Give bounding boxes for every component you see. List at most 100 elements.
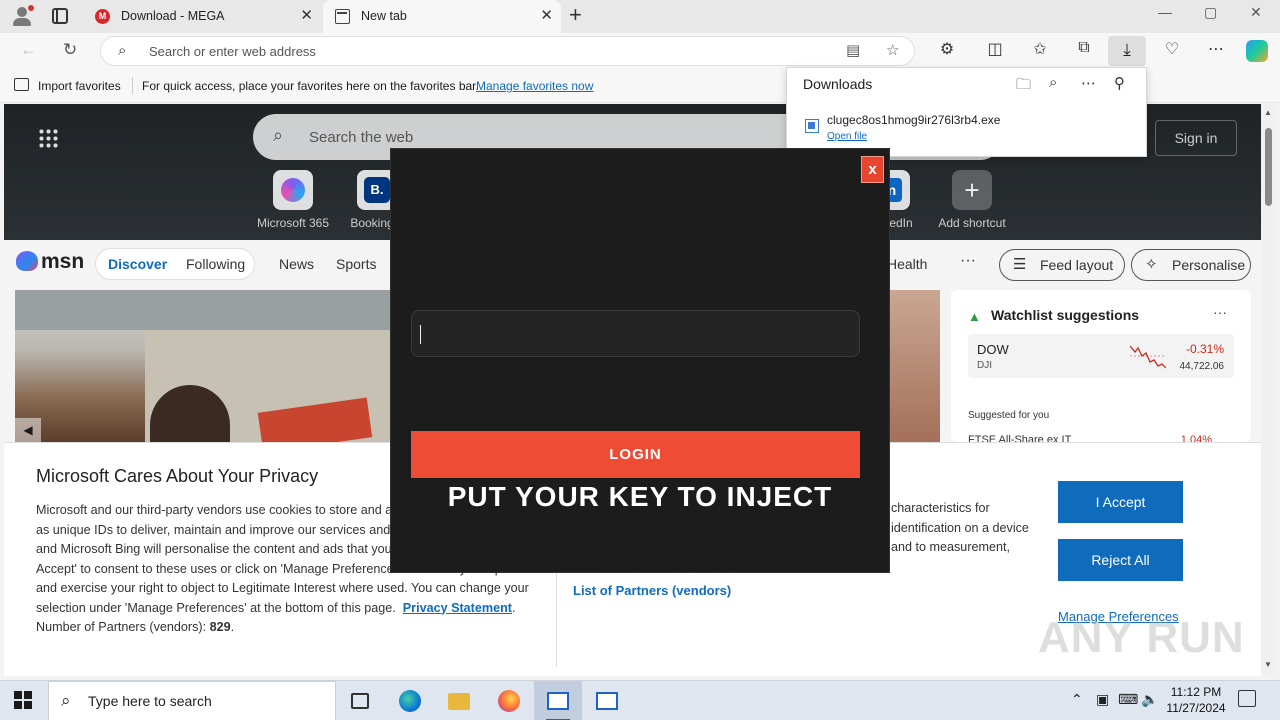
tab-actions-icon[interactable]: [52, 8, 68, 24]
privacy-right-text: characteristics for identification on a …: [891, 501, 1029, 554]
app-window-taskbar-button[interactable]: [534, 681, 582, 720]
pin-icon[interactable]: ⚲: [1114, 74, 1125, 92]
nav-news[interactable]: News: [279, 256, 314, 272]
volume-icon[interactable]: 🔈: [1141, 691, 1158, 708]
split-screen-icon[interactable]: ◫: [983, 39, 1007, 59]
minimize-button[interactable]: —: [1158, 4, 1172, 20]
app-window-taskbar-button-2[interactable]: [583, 681, 631, 720]
scroll-down-icon[interactable]: ▼: [1264, 660, 1272, 669]
stocks-icon: ▲: [968, 309, 981, 324]
browser-essentials-icon[interactable]: ♡: [1160, 39, 1184, 59]
nav-health[interactable]: Health: [887, 256, 927, 272]
address-bar[interactable]: ⌕ Search or enter web address ▤ ☆: [100, 36, 915, 66]
login-button[interactable]: LOGIN: [411, 431, 860, 478]
firefox-taskbar-button[interactable]: [485, 681, 533, 720]
tab-bar: M Download - MEGA ✕ New tab ✕ + — ▢ ✕: [0, 0, 1280, 33]
file-explorer-taskbar-button[interactable]: [435, 681, 483, 720]
reject-all-button[interactable]: Reject All: [1058, 539, 1183, 581]
scrollbar-thumb[interactable]: [1265, 128, 1272, 206]
close-tab-icon[interactable]: ✕: [300, 0, 313, 32]
app-launcher-icon[interactable]: [38, 128, 58, 148]
tab-title: New tab: [361, 9, 407, 23]
network-icon[interactable]: ⌨: [1118, 691, 1138, 708]
device-icon[interactable]: ▣: [1096, 691, 1109, 708]
system-clock[interactable]: 11:12 PM 11/27/2024: [1162, 684, 1230, 716]
privacy-statement-link[interactable]: Privacy Statement: [403, 601, 512, 615]
mega-icon: M: [95, 9, 110, 24]
msn-logo[interactable]: msn: [16, 250, 84, 274]
download-file-name[interactable]: clugec8os1hmog9ir276l3rb4.exe: [827, 113, 1000, 127]
manage-favorites-link[interactable]: Manage favorites now: [476, 79, 593, 93]
nav-following[interactable]: Following: [186, 256, 245, 272]
refresh-icon[interactable]: ↻: [63, 40, 77, 60]
more-options-icon[interactable]: ⋯: [1081, 74, 1096, 92]
stock-row[interactable]: DOW DJI -0.31% 44,722.06: [968, 334, 1234, 378]
downloads-title: Downloads: [803, 76, 873, 92]
app-window-icon: [547, 692, 569, 710]
taskbar-search-box[interactable]: ⌕ Type here to search: [48, 681, 336, 720]
nav-sports[interactable]: Sports: [336, 256, 376, 272]
tab-download-mega[interactable]: M Download - MEGA ✕: [83, 0, 321, 33]
open-folder-icon[interactable]: 🗀: [1016, 74, 1031, 99]
plus-icon: +: [952, 170, 992, 210]
collections-icon[interactable]: ⧉: [1072, 39, 1096, 57]
carousel-prev-icon[interactable]: ◀: [15, 418, 41, 442]
downloads-icon[interactable]: ⤓: [1108, 36, 1146, 66]
stock-value: 44,722.06: [1179, 361, 1225, 372]
shortcut-label: Microsoft 365: [256, 216, 330, 230]
close-tab-icon[interactable]: ✕: [540, 0, 553, 32]
search-icon: ⌕: [273, 125, 284, 145]
msn-logo-text: msn: [41, 250, 85, 273]
sliders-icon: ☰: [1013, 256, 1027, 273]
copilot-icon[interactable]: [1246, 40, 1268, 62]
vertical-scrollbar[interactable]: ▲ ▼: [1261, 104, 1276, 676]
watchlist-card: ▲ Watchlist suggestions ··· DOW DJI -0.3…: [951, 290, 1251, 446]
tab-new-tab[interactable]: New tab ✕: [323, 0, 561, 33]
feed-layout-button[interactable]: ☰ Feed layout: [999, 249, 1125, 281]
list-of-partners-link[interactable]: List of Partners (vendors): [573, 583, 731, 598]
favorites-icon[interactable]: ✩: [1028, 39, 1052, 59]
notifications-icon[interactable]: [1238, 690, 1256, 707]
new-tab-button[interactable]: +: [569, 3, 582, 27]
task-view-button[interactable]: [336, 681, 384, 720]
key-input[interactable]: [411, 310, 860, 357]
divider: [132, 77, 133, 94]
anyrun-watermark: ANY RUN: [1038, 613, 1245, 662]
tab-title: Download - MEGA: [121, 9, 225, 23]
edge-taskbar-button[interactable]: [386, 681, 434, 720]
sign-in-button[interactable]: Sign in: [1155, 120, 1237, 156]
web-search-input[interactable]: Search the web: [309, 129, 413, 146]
favorite-star-icon[interactable]: ☆: [886, 41, 899, 59]
import-favorites-button[interactable]: Import favorites: [38, 79, 121, 93]
extensions-icon[interactable]: ⚙: [935, 39, 959, 59]
favorites-bar-message: For quick access, place your favorites h…: [142, 79, 479, 93]
shortcut-microsoft-365[interactable]: Microsoft 365: [255, 170, 331, 230]
windows-start-icon[interactable]: [14, 691, 32, 709]
back-icon[interactable]: ←: [20, 40, 37, 60]
address-input[interactable]: Search or enter web address: [149, 44, 316, 59]
show-hidden-icons[interactable]: ⌃: [1071, 691, 1083, 708]
close-window-button[interactable]: ✕: [1250, 4, 1262, 21]
taskbar-search-input[interactable]: Type here to search: [88, 693, 212, 709]
privacy-heading: Microsoft Cares About Your Privacy: [36, 466, 319, 486]
profile-avatar-icon[interactable]: [10, 5, 34, 27]
import-favorites-icon[interactable]: [14, 78, 29, 91]
stock-change: -0.31%: [1185, 342, 1224, 356]
immersive-reader-icon[interactable]: ▤: [846, 41, 860, 59]
popup-close-button[interactable]: x: [861, 156, 884, 183]
personalise-button[interactable]: ✧ Personalise: [1131, 249, 1251, 281]
add-shortcut-button[interactable]: + Add shortcut: [934, 170, 1010, 230]
search-icon[interactable]: ⌕: [1049, 74, 1057, 91]
watchlist-more-icon[interactable]: ···: [1213, 304, 1227, 320]
open-file-link[interactable]: Open file: [827, 131, 867, 142]
nav-discover[interactable]: Discover: [108, 256, 167, 272]
nav-more-icon[interactable]: ···: [960, 252, 976, 270]
search-icon: ⌕: [61, 691, 71, 710]
maximize-button[interactable]: ▢: [1204, 4, 1217, 21]
scroll-up-icon[interactable]: ▲: [1264, 108, 1272, 117]
feed-layout-label: Feed layout: [1040, 257, 1114, 273]
more-options-icon[interactable]: ⋯: [1204, 39, 1228, 59]
edge-icon: [399, 690, 421, 712]
search-icon: ⌕: [118, 42, 127, 59]
accept-button[interactable]: I Accept: [1058, 481, 1183, 523]
